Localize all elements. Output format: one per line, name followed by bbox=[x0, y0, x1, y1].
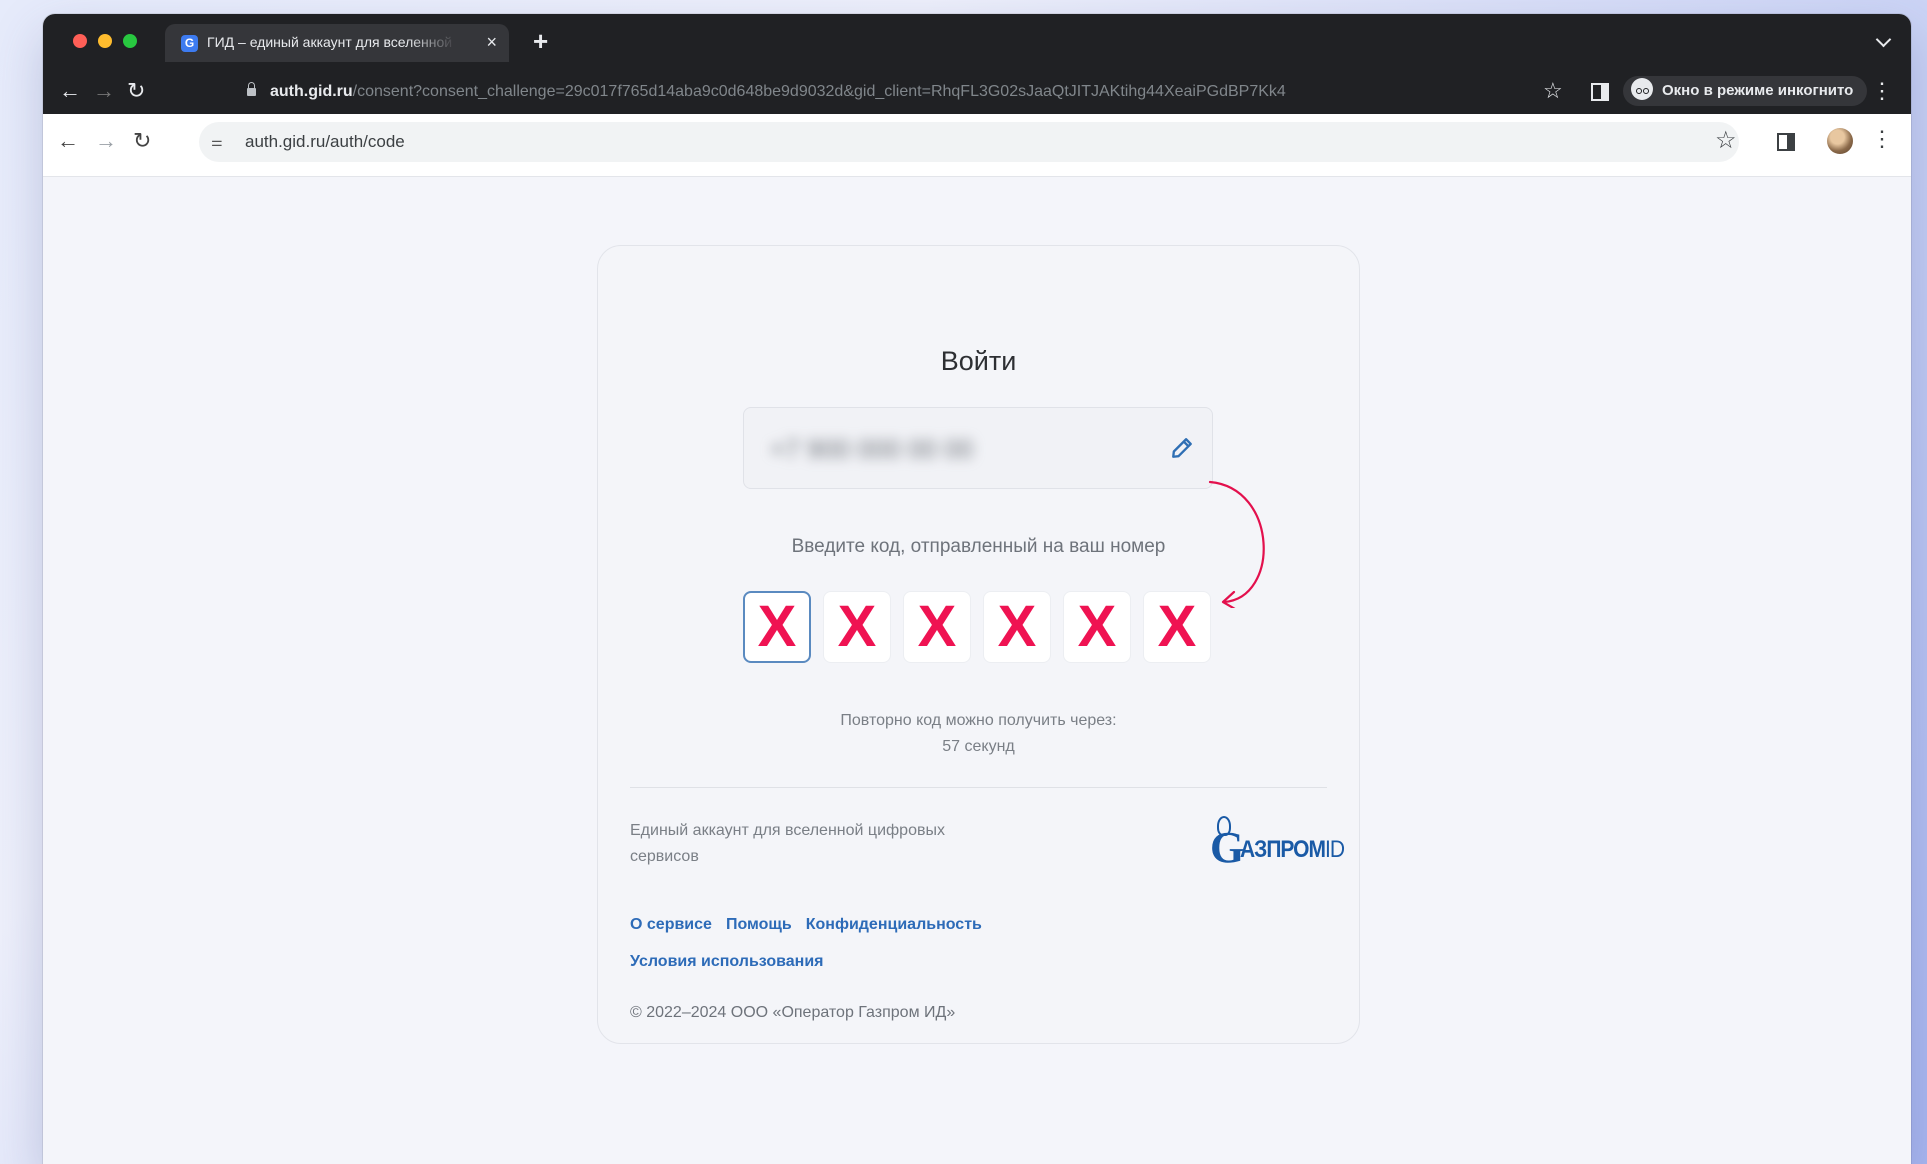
incognito-label: Окно в режиме инкогнито bbox=[1662, 82, 1854, 99]
incognito-address-bar[interactable]: auth.gid.ru/consent?consent_challenge=29… bbox=[219, 78, 1549, 106]
resend-timer: Повторно код можно получить через: 57 се… bbox=[598, 708, 1359, 760]
footer-links: О сервисе Помощь Конфиденциальность bbox=[630, 916, 996, 934]
new-tab-icon[interactable]: + bbox=[533, 28, 548, 54]
menu-kebab-icon[interactable]: ⋮ bbox=[1871, 126, 1893, 152]
login-card: Войти +7 900 000 00 00 Введите код, отпр… bbox=[597, 245, 1360, 1044]
divider bbox=[630, 787, 1327, 788]
phone-value: +7 900 000 00 00 bbox=[770, 434, 974, 464]
copyright: © 2022–2024 ООО «Оператор Газпром ИД» bbox=[630, 1004, 956, 1021]
code-digit-input[interactable]: X bbox=[1143, 591, 1211, 663]
back-arrow-icon[interactable]: ← bbox=[57, 130, 79, 152]
tab-close-icon[interactable]: × bbox=[486, 32, 497, 53]
close-window-icon[interactable] bbox=[73, 34, 87, 48]
reload-icon[interactable]: ↻ bbox=[127, 80, 145, 102]
service-tagline: Единый аккаунт для вселенной цифровых се… bbox=[630, 822, 945, 865]
pencil-edit-icon[interactable] bbox=[1168, 434, 1196, 462]
forward-arrow-icon[interactable]: → bbox=[93, 80, 115, 102]
gid-favicon-icon: G bbox=[181, 35, 198, 52]
code-digit-input[interactable]: X bbox=[743, 591, 811, 663]
site-settings-icon[interactable]: ⚌ bbox=[211, 128, 231, 156]
browser-window: G ГИД – единый аккаунт для вселенной циф… bbox=[43, 14, 1911, 1164]
address-text[interactable]: auth.gid.ru/auth/code bbox=[245, 128, 405, 156]
side-panel-icon[interactable] bbox=[1591, 83, 1609, 101]
link-terms[interactable]: Условия использования bbox=[630, 953, 823, 970]
minimize-window-icon[interactable] bbox=[98, 34, 112, 48]
code-digit-input[interactable]: X bbox=[1063, 591, 1131, 663]
address-bar[interactable] bbox=[199, 122, 1739, 162]
page-title: Войти bbox=[940, 346, 1017, 376]
url-path: /consent?consent_challenge=29c017f765d14… bbox=[352, 83, 1286, 100]
bookmark-star-icon[interactable]: ☆ bbox=[1715, 126, 1737, 155]
logo-name: АЗПРОМ bbox=[1240, 836, 1326, 863]
code-digit-input[interactable]: X bbox=[903, 591, 971, 663]
back-arrow-icon[interactable]: ← bbox=[59, 80, 81, 102]
code-digit-input[interactable]: X bbox=[823, 591, 891, 663]
code-hint: Введите код, отправленный на ваш номер bbox=[791, 536, 1166, 557]
footer-links-row2: Условия использования bbox=[630, 953, 823, 971]
logo-id: ID bbox=[1324, 836, 1345, 863]
forward-arrow-icon[interactable]: → bbox=[95, 130, 117, 152]
menu-kebab-icon[interactable]: ⋮ bbox=[1871, 78, 1893, 104]
phone-field[interactable]: +7 900 000 00 00 bbox=[743, 407, 1213, 489]
bookmark-star-icon[interactable]: ☆ bbox=[1543, 78, 1563, 104]
tab-title: ГИД – единый аккаунт для вселенной цифро… bbox=[207, 34, 457, 50]
profile-avatar[interactable] bbox=[1827, 128, 1853, 154]
reload-icon[interactable]: ↻ bbox=[133, 130, 151, 152]
lock-icon bbox=[247, 82, 256, 96]
resend-label: Повторно код можно получить через: bbox=[840, 712, 1117, 729]
incognito-icon bbox=[1631, 78, 1653, 101]
incognito-badge[interactable]: Окно в режиме инкогнито bbox=[1623, 76, 1868, 106]
side-panel-icon[interactable] bbox=[1777, 133, 1795, 151]
browser-tab[interactable]: G ГИД – единый аккаунт для вселенной циф… bbox=[165, 24, 509, 62]
link-about[interactable]: О сервисе bbox=[630, 916, 712, 933]
link-help[interactable]: Помощь bbox=[726, 916, 792, 933]
resend-countdown: 57 секунд bbox=[942, 738, 1015, 755]
url-host: auth.gid.ru bbox=[270, 83, 353, 100]
link-privacy[interactable]: Конфиденциальность bbox=[806, 916, 982, 933]
maximize-window-icon[interactable] bbox=[123, 34, 137, 48]
code-digit-input[interactable]: X bbox=[983, 591, 1051, 663]
logo-wordmark: АЗПРОМID bbox=[1240, 836, 1345, 864]
gazprom-id-logo: G АЗПРОМID bbox=[1210, 816, 1345, 874]
